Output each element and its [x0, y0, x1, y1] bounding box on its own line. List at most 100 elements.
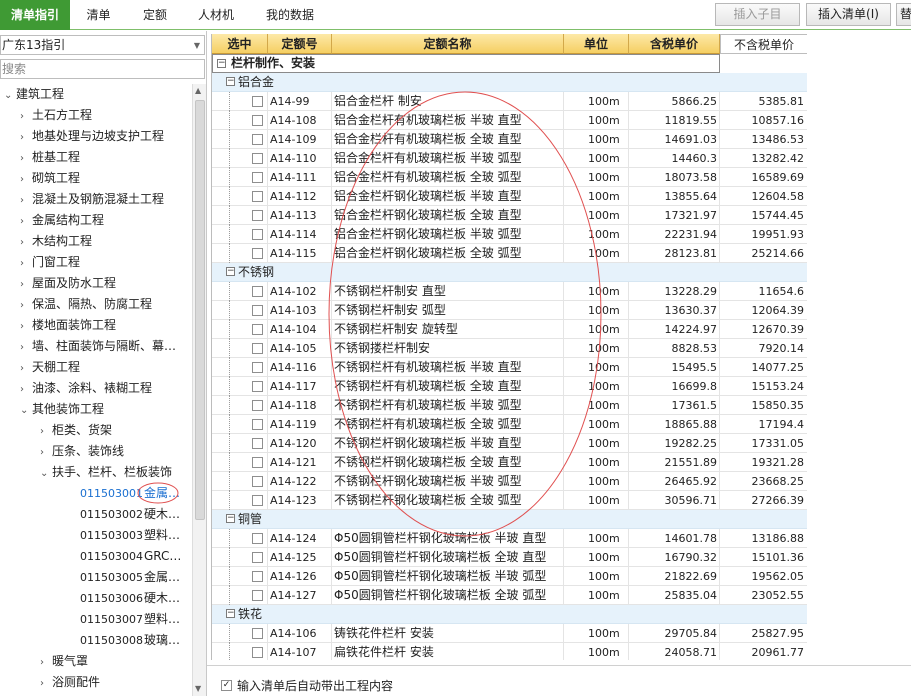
tab-quota[interactable]: 定额 [127, 0, 183, 30]
tree-item[interactable]: › 地基处理与边坡支护工程 [20, 126, 164, 147]
table-row[interactable]: A14-103 不锈钢栏杆制安 弧型 100m 13630.37 12064.39 [212, 301, 807, 320]
search-input[interactable]: 搜索 [0, 59, 205, 79]
row-checkbox[interactable] [252, 381, 263, 392]
chevron-right-icon[interactable]: › [20, 148, 32, 169]
row-checkbox[interactable] [252, 286, 263, 297]
tree-item-code[interactable]: 011503004GRC… [80, 546, 181, 567]
row-checkbox[interactable] [252, 571, 263, 582]
collapse-icon[interactable]: − [226, 77, 235, 86]
row-checkbox[interactable] [252, 590, 263, 601]
tree-item[interactable]: › 门窗工程 [20, 252, 80, 273]
chevron-right-icon[interactable]: › [40, 442, 52, 463]
tree-item[interactable]: › 楼地面装饰工程 [20, 315, 116, 336]
row-checkbox[interactable] [252, 400, 263, 411]
row-checkbox[interactable] [252, 628, 263, 639]
tree-item-code[interactable]: 011503001金属… [80, 483, 180, 504]
table-row[interactable]: A14-116 不锈钢栏杆有机玻璃栏板 半玻 直型 100m 15495.5 14077… [212, 358, 807, 377]
table-row[interactable]: A14-107 扁铁花件栏杆 安装 100m 24058.71 20961.77 [212, 643, 807, 660]
scroll-up-icon[interactable]: ▲ [195, 86, 201, 95]
tree-item[interactable]: › 压条、装饰线 [40, 441, 124, 462]
row-checkbox[interactable] [252, 533, 263, 544]
row-checkbox[interactable] [252, 191, 263, 202]
table-row[interactable]: A14-115 铝合金栏杆钢化玻璃栏板 全玻 弧型 100m 28123.81 2521… [212, 244, 807, 263]
table-row[interactable]: A14-110 铝合金栏杆有机玻璃栏板 半玻 弧型 100m 14460.3 13282… [212, 149, 807, 168]
replace-button[interactable]: 替 [896, 3, 911, 26]
row-checkbox[interactable] [252, 495, 263, 506]
tree-item-code[interactable]: 011503007塑料… [80, 609, 180, 630]
tree-scrollbar[interactable]: ▲ ▼ [192, 84, 206, 696]
collapse-icon[interactable]: − [217, 59, 226, 68]
scroll-down-icon[interactable]: ▼ [195, 684, 201, 693]
table-row[interactable]: A14-119 不锈钢栏杆有机玻璃栏板 全玻 弧型 100m 18865.88 1719… [212, 415, 807, 434]
tree-item[interactable]: › 木结构工程 [20, 231, 92, 252]
col-header-select[interactable]: 选中 [212, 34, 268, 54]
table-row[interactable]: A14-99 铝合金栏杆 制安 100m 5866.25 5385.81 [212, 92, 807, 111]
col-header-unit[interactable]: 单位 [564, 34, 629, 54]
tree-item[interactable]: › 金属结构工程 [20, 210, 104, 231]
group-row[interactable]: − 不锈钢 [212, 263, 807, 282]
tree-item-code[interactable]: 011503002硬木… [80, 504, 180, 525]
chevron-right-icon[interactable]: › [20, 211, 32, 232]
tree-item-code[interactable]: 011503003塑料… [80, 525, 180, 546]
collapse-icon[interactable]: − [226, 609, 235, 618]
tree-item-code[interactable]: 011503006硬木… [80, 588, 180, 609]
chevron-right-icon[interactable]: › [20, 337, 32, 358]
group-row-root[interactable]: − 栏杆制作、安装 [212, 54, 720, 73]
chevron-down-icon[interactable]: ⌄ [4, 85, 16, 106]
row-checkbox[interactable] [252, 229, 263, 240]
chevron-right-icon[interactable]: › [20, 274, 32, 295]
tree-item[interactable]: ⌄ 扶手、栏杆、栏板装饰 [40, 462, 172, 483]
table-row[interactable]: A14-126 Φ50圆铜管栏杆钢化玻璃栏板 半玻 弧型 100m 21822.69 1… [212, 567, 807, 586]
chevron-right-icon[interactable]: › [20, 316, 32, 337]
tree-item[interactable]: › 浴厕配件 [40, 672, 100, 693]
tab-material[interactable]: 人材机 [183, 0, 249, 30]
row-checkbox[interactable] [252, 419, 263, 430]
table-row[interactable]: A14-118 不锈钢栏杆有机玻璃栏板 半玻 弧型 100m 17361.5 15850… [212, 396, 807, 415]
collapse-icon[interactable]: − [226, 514, 235, 523]
chevron-right-icon[interactable]: › [40, 673, 52, 694]
table-row[interactable]: A14-125 Φ50圆铜管栏杆钢化玻璃栏板 全玻 直型 100m 16790.32 1… [212, 548, 807, 567]
guide-library-select[interactable]: 广东13指引 ▼ [0, 35, 205, 55]
scroll-thumb[interactable] [195, 100, 205, 520]
table-row[interactable]: A14-114 铝合金栏杆钢化玻璃栏板 半玻 弧型 100m 22231.94 1995… [212, 225, 807, 244]
table-row[interactable]: A14-117 不锈钢栏杆有机玻璃栏板 全玻 直型 100m 16699.8 15153… [212, 377, 807, 396]
row-checkbox[interactable] [252, 552, 263, 563]
tree-item-code[interactable]: 011503008玻璃… [80, 630, 180, 651]
chevron-right-icon[interactable]: › [40, 421, 52, 442]
auto-bring-checkbox[interactable]: ✓ [221, 680, 232, 691]
tree-item[interactable]: › 油漆、涂料、裱糊工程 [20, 378, 152, 399]
group-row[interactable]: − 铜管 [212, 510, 807, 529]
table-row[interactable]: A14-109 铝合金栏杆有机玻璃栏板 全玻 直型 100m 14691.03 1348… [212, 130, 807, 149]
table-row[interactable]: A14-106 铸铁花件栏杆 安装 100m 29705.84 25827.95 [212, 624, 807, 643]
chevron-right-icon[interactable]: › [20, 190, 32, 211]
table-row[interactable]: A14-122 不锈钢栏杆钢化玻璃栏板 半玻 弧型 100m 26465.92 2366… [212, 472, 807, 491]
chevron-right-icon[interactable]: › [40, 652, 52, 673]
table-row[interactable]: A14-123 不锈钢栏杆钢化玻璃栏板 全玻 弧型 100m 30596.71 2726… [212, 491, 807, 510]
chevron-down-icon[interactable]: ⌄ [20, 400, 32, 421]
table-row[interactable]: A14-121 不锈钢栏杆钢化玻璃栏板 全玻 直型 100m 21551.89 1932… [212, 453, 807, 472]
tree-item[interactable]: › 天棚工程 [20, 357, 80, 378]
row-checkbox[interactable] [252, 115, 263, 126]
insert-list-button[interactable]: 插入清单(I) [806, 3, 891, 26]
table-row[interactable]: A14-104 不锈钢栏杆制安 旋转型 100m 14224.97 12670.39 [212, 320, 807, 339]
chevron-right-icon[interactable]: › [20, 379, 32, 400]
table-row[interactable]: A14-127 Φ50圆铜管栏杆钢化玻璃栏板 全玻 弧型 100m 25835.04 2… [212, 586, 807, 605]
chevron-down-icon[interactable]: ⌄ [40, 463, 52, 484]
row-checkbox[interactable] [252, 248, 263, 259]
row-checkbox[interactable] [252, 305, 263, 316]
table-row[interactable]: A14-102 不锈钢栏杆制安 直型 100m 13228.29 11654.6 [212, 282, 807, 301]
chevron-right-icon[interactable]: › [20, 232, 32, 253]
row-checkbox[interactable] [252, 172, 263, 183]
tab-my-data[interactable]: 我的数据 [249, 0, 331, 30]
chevron-down-icon[interactable]: ▼ [194, 37, 200, 55]
col-header-name[interactable]: 定额名称 [332, 34, 564, 54]
row-checkbox[interactable] [252, 324, 263, 335]
chevron-right-icon[interactable]: › [20, 295, 32, 316]
group-row[interactable]: − 铝合金 [212, 73, 807, 92]
chevron-right-icon[interactable]: › [20, 127, 32, 148]
insert-child-button[interactable]: 插入子目 [715, 3, 800, 26]
table-row[interactable]: A14-120 不锈钢栏杆钢化玻璃栏板 半玻 直型 100m 19282.25 1733… [212, 434, 807, 453]
row-checkbox[interactable] [252, 343, 263, 354]
row-checkbox[interactable] [252, 476, 263, 487]
tree-item[interactable]: ⌄ 其他装饰工程 [20, 399, 104, 420]
